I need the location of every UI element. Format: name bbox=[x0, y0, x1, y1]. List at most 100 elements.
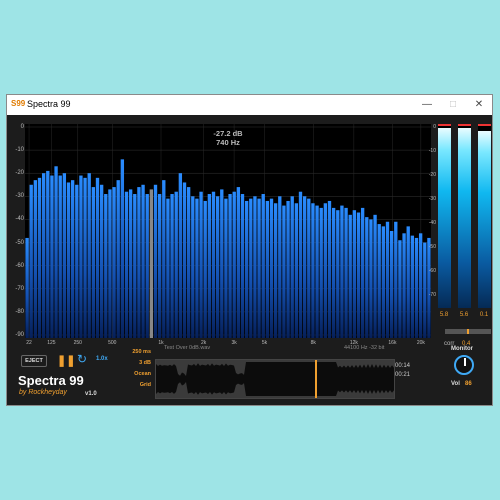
meter-scale-label: -10 bbox=[428, 148, 436, 154]
spectrum-bar bbox=[344, 207, 348, 338]
spectrum-bar bbox=[315, 205, 319, 338]
spectrum-plot bbox=[25, 124, 431, 338]
meter-fill bbox=[438, 127, 451, 308]
spectrum-bar bbox=[153, 184, 158, 338]
y-tick-label: 0 bbox=[20, 124, 24, 130]
maximize-button[interactable]: □ bbox=[440, 95, 466, 115]
spectrum-bar bbox=[377, 224, 381, 338]
meter-scale-label: -70 bbox=[428, 292, 436, 298]
minimize-button[interactable]: — bbox=[414, 95, 440, 115]
spectrum-bar bbox=[191, 196, 195, 338]
loop-icon[interactable]: ↻ bbox=[77, 352, 87, 366]
app-window: S99 Spectra 99 — □ ✕ 0 -10 -20 -30 -40 -50 -60… bbox=[6, 94, 493, 406]
app-icon: S99 bbox=[11, 99, 26, 108]
spectrum-bar bbox=[410, 235, 415, 338]
spectrum-bar bbox=[224, 198, 228, 338]
spectrum-bar bbox=[174, 191, 178, 338]
spectrum-bar bbox=[348, 214, 352, 338]
playhead[interactable] bbox=[315, 360, 318, 398]
spectrum-bar bbox=[128, 189, 133, 338]
level-meter bbox=[478, 124, 491, 308]
spectrum-bar bbox=[25, 237, 29, 338]
waveform-display[interactable] bbox=[155, 359, 395, 399]
volume-label: Vol bbox=[451, 381, 460, 387]
spectrum-bar bbox=[307, 198, 311, 338]
spectrum-bar bbox=[116, 180, 120, 338]
volume-knob[interactable] bbox=[454, 355, 474, 375]
spectrum-display[interactable]: -27.2 dB 740 Hz bbox=[25, 124, 431, 338]
spectrum-bar bbox=[211, 191, 216, 338]
correlation-bar bbox=[445, 329, 491, 334]
spectrum-bar bbox=[186, 187, 191, 338]
spectrum-bar bbox=[215, 196, 220, 338]
spectrum-bar bbox=[381, 226, 386, 338]
waveform bbox=[156, 362, 394, 396]
monitor-label: Monitor bbox=[451, 346, 473, 352]
spectrum-bar bbox=[120, 159, 125, 338]
spectrum-bar bbox=[62, 173, 67, 338]
knob-pointer bbox=[464, 358, 466, 366]
close-button[interactable]: ✕ bbox=[466, 95, 492, 115]
spectrum-bar bbox=[286, 200, 290, 338]
spectrum-bar bbox=[108, 189, 112, 338]
spectrum-bar bbox=[369, 219, 373, 338]
spectrum-bar bbox=[99, 184, 104, 338]
spectrum-bar bbox=[360, 207, 365, 338]
spectrum-bar bbox=[170, 194, 174, 338]
spectrum-bar bbox=[166, 198, 170, 338]
spectrum-bar bbox=[298, 191, 303, 338]
spectrum-bar bbox=[356, 212, 361, 338]
spectrum-bar bbox=[199, 191, 203, 338]
option-slope[interactable]: 3 dB bbox=[115, 360, 151, 366]
spectrum-bar bbox=[402, 233, 406, 338]
x-tick-label: 8k bbox=[310, 340, 316, 346]
y-tick-label: -90 bbox=[15, 332, 24, 338]
spectrum-bar bbox=[427, 237, 431, 338]
spectrum-bar bbox=[46, 170, 50, 338]
spectrum-bar bbox=[253, 196, 257, 338]
spectrum-bar bbox=[249, 198, 253, 338]
spectrum-bar bbox=[236, 187, 241, 338]
volume-value: 86 bbox=[465, 381, 472, 387]
pause-icon[interactable]: ❚❚ bbox=[57, 354, 75, 367]
spectrum-bar bbox=[406, 226, 410, 338]
spectrum-bar bbox=[294, 203, 299, 338]
spectrum-bar bbox=[157, 194, 162, 338]
spectrum-bar bbox=[58, 175, 62, 338]
meter-value: 0.1 bbox=[479, 312, 489, 318]
transport-panel: EJECT ❚❚ ↻ 1.0x Spectra 99 by Rockheyday… bbox=[7, 345, 492, 406]
spectrum-bar bbox=[423, 242, 427, 338]
meter-scale-label: 0 bbox=[433, 124, 436, 130]
meter-scale-label: -20 bbox=[428, 172, 436, 178]
peak-indicator bbox=[478, 124, 491, 126]
readout-hz: 740 Hz bbox=[216, 138, 240, 147]
peak-indicator bbox=[458, 124, 471, 126]
spectrum-bar bbox=[112, 187, 116, 338]
option-grid[interactable]: Grid bbox=[115, 382, 151, 388]
x-tick-label: 250 bbox=[73, 340, 82, 346]
spectrum-bar bbox=[273, 203, 278, 338]
x-tick-label: 1k bbox=[158, 340, 164, 346]
eject-button[interactable]: EJECT bbox=[21, 355, 47, 367]
option-response-time[interactable]: 250 ms bbox=[115, 349, 151, 355]
spectrum-bar bbox=[240, 194, 245, 338]
y-tick-label: -60 bbox=[15, 262, 24, 269]
brand-byline: by Rockheyday bbox=[19, 389, 67, 396]
cursor-readout: -27.2 dB 740 Hz bbox=[25, 129, 431, 147]
spectrum-bar bbox=[141, 184, 145, 338]
time-elapsed: 00:14 bbox=[395, 363, 411, 369]
meter-scale-label: -50 bbox=[428, 244, 436, 250]
speed-button[interactable]: 1.0x bbox=[96, 356, 108, 362]
level-meters: 0 -10 -20 -30 -40 -50 -60 -70 5.8 5.6 0.1 bbox=[429, 124, 492, 338]
option-color-theme[interactable]: Ocean bbox=[115, 371, 151, 377]
file-info: 44100 Hz -32 bit bbox=[344, 345, 385, 351]
spectrum-bar bbox=[269, 198, 274, 338]
spectrum-bar bbox=[414, 237, 419, 338]
spectrum-bar bbox=[50, 175, 54, 338]
meter-scale-label: -30 bbox=[428, 196, 436, 202]
spectrum-bar bbox=[302, 196, 307, 338]
spectrum-bar bbox=[398, 240, 402, 338]
version-label: v1.0 bbox=[85, 391, 97, 397]
spectrum-bar bbox=[261, 194, 265, 338]
spectrum-bar bbox=[265, 200, 270, 338]
